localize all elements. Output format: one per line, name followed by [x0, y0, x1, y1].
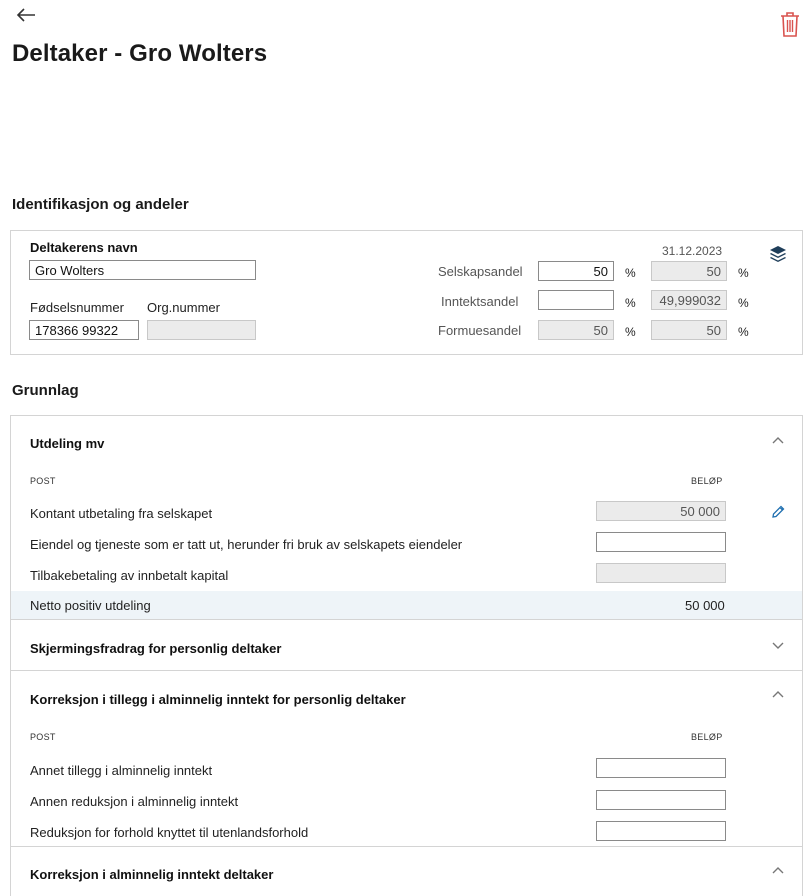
share-label-selskapsandel: Selskapsandel	[438, 264, 523, 279]
section-title-identification: Identifikasjon og andeler	[12, 196, 189, 213]
share-unit: %	[625, 325, 636, 339]
group-title-korreksjon-tillegg: Korreksjon i tillegg i alminnelig inntek…	[30, 692, 406, 707]
group-title-korreksjon-deltaker: Korreksjon i alminnelig inntekt deltaker	[30, 867, 274, 882]
delete-button[interactable]	[778, 10, 804, 40]
divider	[11, 846, 802, 847]
total-value: 50 000	[685, 598, 725, 613]
share-input-formuesandel	[538, 320, 614, 340]
column-header-post: POST	[30, 732, 56, 742]
share-label-inntektsandel: Inntektsandel	[441, 294, 519, 309]
share-unit: %	[625, 296, 636, 310]
total-row: Netto positiv utdeling 50 000	[11, 591, 802, 619]
pencil-icon	[772, 505, 785, 518]
row-amount-input[interactable]	[596, 758, 726, 778]
share-value-formuesandel	[651, 320, 727, 340]
chevron-down-icon	[772, 642, 784, 649]
expand-chevron-skjermingsfradrag[interactable]	[771, 638, 785, 649]
layers-button[interactable]	[769, 245, 787, 263]
section-title-grunnlag: Grunnlag	[12, 382, 79, 399]
arrow-left-icon	[16, 8, 35, 22]
layers-icon	[770, 246, 786, 262]
row-amount-input	[596, 501, 726, 521]
column-header-amount: BELØP	[691, 476, 723, 486]
trash-icon	[781, 12, 799, 37]
total-label: Netto positiv utdeling	[30, 598, 151, 613]
row-label: Reduksjon for forhold knyttet til utenla…	[30, 825, 309, 840]
row-amount-input[interactable]	[596, 821, 726, 841]
row-amount-input[interactable]	[596, 532, 726, 552]
chevron-up-icon	[772, 691, 784, 698]
row-amount-input[interactable]	[596, 790, 726, 810]
back-button[interactable]	[14, 4, 40, 28]
share-unit: %	[738, 325, 749, 339]
share-unit: %	[738, 296, 749, 310]
share-label-formuesandel: Formuesandel	[438, 323, 522, 338]
edit-button[interactable]	[771, 505, 785, 519]
org-number-input	[147, 320, 256, 340]
share-value-selskapsandel	[651, 261, 727, 281]
collapse-chevron-korreksjon-deltaker[interactable]	[771, 862, 785, 874]
birth-number-label: Fødselsnummer	[30, 300, 124, 315]
share-unit: %	[738, 266, 749, 280]
name-label: Deltakerens navn	[30, 240, 138, 255]
org-number-label: Org.nummer	[147, 300, 220, 315]
column-header-amount: BELØP	[691, 732, 723, 742]
row-label: Annet tillegg i alminnelig inntekt	[30, 763, 213, 778]
chevron-up-icon	[772, 437, 784, 444]
chevron-up-icon	[772, 867, 784, 874]
collapse-chevron-korreksjon-tillegg[interactable]	[771, 686, 785, 698]
grunnlag-card: Utdeling mv POST BELØP Kontant utbetalin…	[10, 415, 803, 896]
row-label: Kontant utbetaling fra selskapet	[30, 506, 213, 521]
share-input-selskapsandel[interactable]	[538, 261, 614, 281]
divider	[11, 619, 802, 620]
birth-number-input[interactable]	[29, 320, 139, 340]
divider	[11, 670, 802, 671]
group-title-utdeling: Utdeling mv	[30, 436, 105, 451]
page-title: Deltaker - Gro Wolters	[12, 40, 268, 67]
identification-card: Deltakerens navn Fødselsnummer Org.numme…	[10, 230, 803, 355]
group-title-skjermingsfradrag: Skjermingsfradrag for personlig deltaker	[30, 641, 282, 656]
row-amount-input	[596, 563, 726, 583]
share-input-inntektsandel[interactable]	[538, 290, 614, 310]
share-value-inntektsandel	[651, 290, 727, 310]
date-label: 31.12.2023	[662, 244, 723, 258]
name-input[interactable]	[29, 260, 256, 280]
row-label: Tilbakebetaling av innbetalt kapital	[30, 568, 229, 583]
share-unit: %	[625, 266, 636, 280]
column-header-post: POST	[30, 476, 56, 486]
row-label: Annen reduksjon i alminnelig inntekt	[30, 794, 239, 809]
collapse-chevron-utdeling[interactable]	[771, 432, 785, 444]
row-label: Eiendel og tjeneste som er tatt ut, heru…	[30, 537, 463, 552]
